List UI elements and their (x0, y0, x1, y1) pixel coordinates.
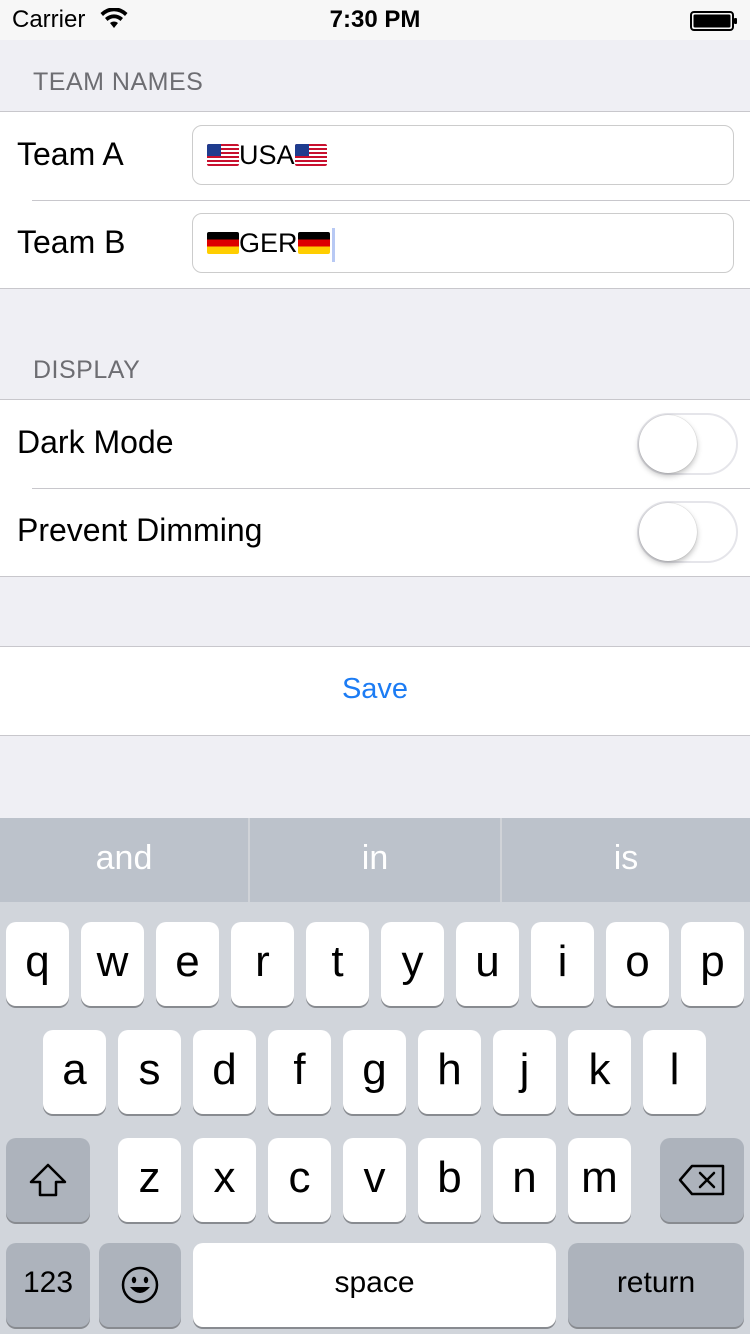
team-a-value: USA (239, 140, 295, 170)
delete-icon (678, 1165, 725, 1196)
key-l[interactable]: l (643, 1030, 706, 1114)
shift-key[interactable] (6, 1138, 90, 1222)
dark-mode-toggle[interactable] (637, 413, 738, 475)
suggestion-1[interactable]: and (0, 818, 248, 902)
key-p[interactable]: p (681, 922, 744, 1006)
display-header: DISPLAY (33, 356, 141, 384)
space-key[interactable]: space (193, 1243, 556, 1327)
germany-flag-icon (297, 231, 330, 254)
key-a[interactable]: a (43, 1030, 106, 1114)
key-q[interactable]: q (6, 922, 69, 1006)
key-f[interactable]: f (268, 1030, 331, 1114)
display-group: Dark Mode Prevent Dimming (0, 399, 750, 577)
key-u[interactable]: u (456, 922, 519, 1006)
dark-mode-row: Dark Mode (0, 400, 750, 488)
key-r[interactable]: r (231, 922, 294, 1006)
delete-key[interactable] (660, 1138, 744, 1222)
key-o[interactable]: o (606, 922, 669, 1006)
key-g[interactable]: g (343, 1030, 406, 1114)
key-v[interactable]: v (343, 1138, 406, 1222)
battery-icon (690, 11, 737, 31)
toggle-knob (639, 503, 697, 561)
key-n[interactable]: n (493, 1138, 556, 1222)
germany-flag-icon (207, 231, 239, 254)
team-a-field[interactable]: USA (192, 125, 734, 185)
team-b-label: Team B (17, 224, 126, 260)
keyboard: and in is q w e r t y u i o p a s d f g … (0, 818, 750, 1334)
team-names-group: Team A USA Team B GER (0, 111, 750, 289)
key-t[interactable]: t (306, 922, 369, 1006)
toggle-knob (639, 415, 697, 473)
emoji-icon (121, 1267, 159, 1304)
status-bar: Carrier 7:30 PM (0, 0, 750, 40)
suggestion-bar: and in is (0, 818, 750, 902)
key-z[interactable]: z (118, 1138, 181, 1222)
team-names-header: TEAM NAMES (33, 68, 204, 96)
emoji-key[interactable] (99, 1243, 181, 1327)
suggestion-2[interactable]: in (250, 818, 500, 902)
prevent-dimming-label: Prevent Dimming (17, 512, 263, 548)
text-cursor (331, 227, 335, 262)
key-y[interactable]: y (381, 922, 444, 1006)
suggestion-3[interactable]: is (502, 818, 750, 902)
key-k[interactable]: k (568, 1030, 631, 1114)
usa-flag-icon (294, 143, 327, 166)
key-x[interactable]: x (193, 1138, 256, 1222)
key-m[interactable]: m (568, 1138, 631, 1222)
key-i[interactable]: i (531, 922, 594, 1006)
save-group: Save (0, 646, 750, 736)
prevent-dimming-row: Prevent Dimming (0, 488, 750, 576)
shift-icon (29, 1164, 67, 1197)
team-b-value: GER (239, 228, 298, 258)
key-h[interactable]: h (418, 1030, 481, 1114)
save-button[interactable]: Save (0, 647, 750, 735)
key-c[interactable]: c (268, 1138, 331, 1222)
key-w[interactable]: w (81, 922, 144, 1006)
usa-flag-icon (207, 143, 239, 166)
key-s[interactable]: s (118, 1030, 181, 1114)
return-key[interactable]: return (568, 1243, 744, 1327)
dark-mode-label: Dark Mode (17, 424, 174, 460)
numbers-key[interactable]: 123 (6, 1243, 90, 1327)
team-b-row: Team B GER (0, 200, 750, 288)
team-a-row: Team A USA (0, 112, 750, 200)
key-d[interactable]: d (193, 1030, 256, 1114)
team-a-label: Team A (17, 136, 124, 172)
status-time: 7:30 PM (329, 6, 421, 33)
prevent-dimming-toggle[interactable] (637, 501, 738, 563)
key-b[interactable]: b (418, 1138, 481, 1222)
key-j[interactable]: j (493, 1030, 556, 1114)
save-label: Save (341, 673, 409, 705)
key-e[interactable]: e (156, 922, 219, 1006)
team-b-field[interactable]: GER (192, 213, 734, 273)
